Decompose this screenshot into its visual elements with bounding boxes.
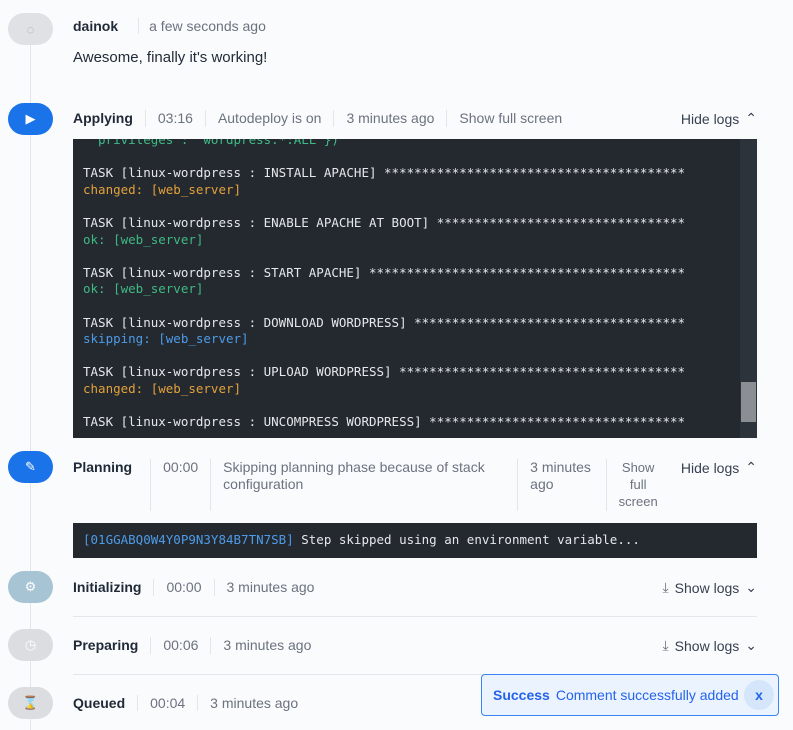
log-line: skipping: [web_server] bbox=[83, 331, 249, 347]
log-line: TASK [linux-wordpress : INSTALL APACHE] … bbox=[83, 165, 686, 181]
comment-time: a few seconds ago bbox=[149, 18, 266, 34]
comment-text: Awesome, finally it's working! bbox=[73, 49, 268, 66]
log-line: ok: [web_server] bbox=[83, 281, 204, 297]
chevron-down-icon: ⌄ bbox=[745, 579, 757, 595]
stage-time: 3 minutes ago bbox=[530, 459, 591, 492]
stage-title: Planning bbox=[73, 459, 133, 475]
pencil-icon: ✎ bbox=[8, 451, 53, 483]
autodeploy-status: Autodeploy is on bbox=[217, 110, 322, 126]
initializing-header: Initializing 00:00 3 minutes ago ⤓ Show l… bbox=[73, 579, 757, 596]
toast-label: Success bbox=[493, 687, 550, 703]
chevron-up-icon: ⌃ bbox=[745, 110, 757, 126]
log-line: changed: [web_server] bbox=[83, 181, 242, 197]
show-logs-button[interactable]: ⤓ Show logs ⌄ bbox=[662, 579, 757, 596]
log-line: ok: [web_server] bbox=[83, 231, 204, 247]
applying-header: Applying 03:16 Autodeploy is on 3 minute… bbox=[73, 110, 757, 127]
log-line: TASK [linux-wordpress : ENABLE APACHE AT… bbox=[83, 214, 686, 230]
show-full-screen-link[interactable]: Show full screen bbox=[613, 459, 663, 510]
log-line: TASK [linux-wordpress : START APACHE] **… bbox=[83, 264, 686, 280]
stage-time: 3 minutes ago bbox=[210, 695, 299, 711]
comment-header: dainok a few seconds ago bbox=[73, 18, 757, 34]
show-full-screen-link[interactable]: Show full screen bbox=[459, 110, 562, 126]
log-line: TASK [linux-wordpress : UPLOAD WORDPRESS… bbox=[83, 364, 686, 380]
stage-duration: 00:00 bbox=[166, 579, 202, 595]
stage-time: 3 minutes ago bbox=[226, 579, 315, 595]
play-icon: ▶ bbox=[8, 103, 53, 135]
planning-log: [01GGABQ0W4Y0P9N3Y84B7TN7SB] Step skippe… bbox=[73, 523, 757, 558]
stage-title: Queued bbox=[73, 695, 126, 711]
applying-log[interactable]: privileges : 'wordpress.*:ALL'}) TASK [li… bbox=[73, 139, 757, 438]
log-text: Step skipped using an environment variab… bbox=[293, 532, 640, 547]
toggle-label: Hide logs bbox=[680, 459, 740, 476]
log-line: privileges : 'wordpress.*:ALL'}) bbox=[83, 139, 339, 147]
stage-duration: 00:00 bbox=[163, 459, 199, 475]
hide-logs-button[interactable]: Hide logs ⌃ bbox=[681, 110, 757, 127]
toast-message: Comment successfully added bbox=[555, 687, 739, 703]
log-line: changed: [web_server] bbox=[83, 380, 242, 396]
comment-author: dainok bbox=[73, 18, 119, 34]
stage-title: Applying bbox=[73, 110, 133, 126]
stage-time: 3 minutes ago bbox=[346, 110, 435, 126]
scrollbar-thumb[interactable] bbox=[741, 382, 756, 422]
comment-icon: ◌ bbox=[8, 13, 53, 45]
stage-duration: 03:16 bbox=[157, 110, 193, 126]
toggle-label: Show logs bbox=[674, 637, 740, 654]
hide-logs-button[interactable]: Hide logs ⌃ bbox=[681, 459, 757, 476]
show-logs-button[interactable]: ⤓ Show logs ⌄ bbox=[662, 637, 757, 654]
toggle-label: Show logs bbox=[674, 579, 740, 596]
stage-duration: 00:06 bbox=[163, 637, 199, 653]
gear-icon: ⚙ bbox=[8, 571, 53, 603]
download-icon[interactable]: ⤓ bbox=[662, 637, 668, 654]
success-toast: Success Comment successfully added x bbox=[481, 674, 779, 716]
log-id: [01GGABQ0W4Y0P9N3Y84B7TN7SB] bbox=[83, 532, 294, 547]
stage-time: 3 minutes ago bbox=[223, 637, 312, 653]
stage-message: Skipping planning phase because of stack… bbox=[223, 459, 485, 492]
scrollbar[interactable] bbox=[740, 139, 757, 438]
hourglass-icon: ⌛ bbox=[8, 687, 53, 719]
timeline-rail bbox=[30, 30, 31, 730]
divider bbox=[73, 616, 757, 617]
chevron-up-icon: ⌃ bbox=[745, 459, 757, 475]
close-toast-button[interactable]: x bbox=[744, 680, 774, 710]
toggle-label: Hide logs bbox=[680, 110, 740, 127]
stage-title: Preparing bbox=[73, 637, 139, 653]
chevron-down-icon: ⌄ bbox=[745, 637, 757, 653]
stage-title: Initializing bbox=[73, 579, 142, 595]
clock-icon: ◷ bbox=[8, 629, 53, 661]
log-line: TASK [linux-wordpress : DOWNLOAD WORDPRE… bbox=[83, 314, 686, 330]
stage-duration: 00:04 bbox=[150, 695, 186, 711]
download-icon[interactable]: ⤓ bbox=[662, 579, 668, 596]
planning-header: Planning 00:00 Skipping planning phase b… bbox=[73, 459, 757, 511]
preparing-header: Preparing 00:06 3 minutes ago ⤓ Show logs… bbox=[73, 637, 757, 654]
log-line: TASK [linux-wordpress : UNCOMPRESS WORDP… bbox=[83, 414, 686, 430]
